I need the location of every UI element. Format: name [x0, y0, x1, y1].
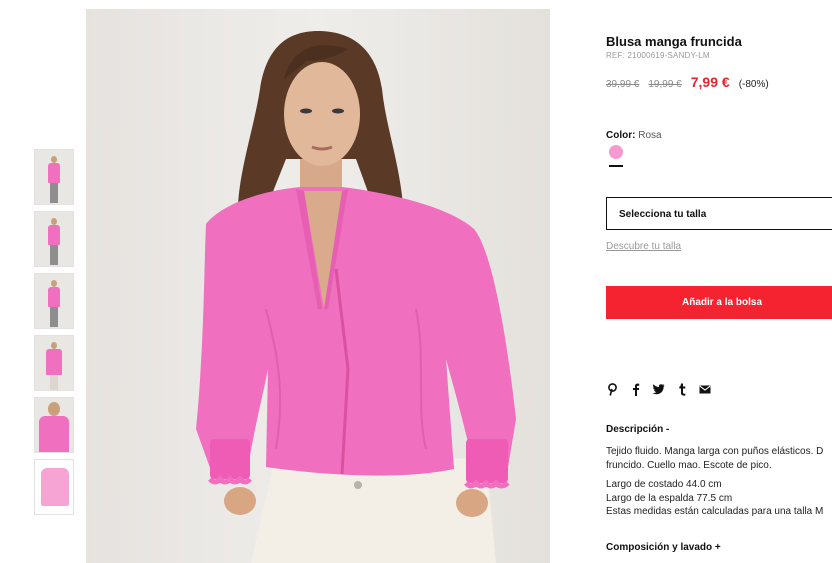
email-icon[interactable] [698, 382, 711, 396]
thumbnail-3[interactable] [34, 273, 74, 329]
add-to-bag-button[interactable]: Añadir a la bolsa [606, 286, 832, 319]
measure-note: Estas medidas están calculadas para una … [606, 506, 824, 517]
color-value: Rosa [638, 130, 662, 141]
social-share-bar [606, 382, 711, 396]
price-row: 39,99 € 19,99 € 7,99 € (-80%) [606, 74, 769, 90]
pinterest-icon[interactable] [606, 382, 619, 396]
description-line-2: fruncido. Cuello mao. Escote de pico. [606, 459, 772, 471]
thumbnail-2[interactable] [34, 211, 74, 267]
size-guide-link[interactable]: Descubre tu talla [606, 241, 681, 252]
thumbnail-4[interactable] [34, 335, 74, 391]
twitter-icon[interactable] [652, 382, 665, 396]
thumbnail-gallery [34, 149, 74, 521]
facebook-icon[interactable] [629, 382, 642, 396]
thumbnail-5[interactable] [34, 397, 74, 453]
price-current: 7,99 € [690, 74, 730, 90]
selected-swatch-indicator [609, 165, 623, 167]
composition-heading[interactable]: Composición y lavado + [606, 542, 721, 553]
color-swatch-rosa[interactable] [609, 145, 623, 159]
measure-side-length: Largo de costado 44.0 cm [606, 479, 722, 490]
description-body: Tejido fluido. Manga larga con puños elá… [606, 445, 832, 525]
color-label: Color: [606, 130, 636, 141]
price-original: 39,99 € [606, 79, 640, 90]
measure-back-length: Largo de la espalda 77.5 cm [606, 492, 733, 504]
thumbnail-1[interactable] [34, 149, 74, 205]
description-line-1: Tejido fluido. Manga larga con puños elá… [606, 446, 824, 457]
description-heading[interactable]: Descripción - [606, 424, 669, 435]
product-main-image [86, 9, 550, 563]
price-previous: 19,99 € [648, 79, 682, 90]
thumbnail-6[interactable] [34, 459, 74, 515]
product-title: Blusa manga fruncida [606, 34, 742, 49]
tumblr-icon[interactable] [675, 382, 688, 396]
color-row: Color: Rosa [606, 130, 662, 141]
discount-badge: (-80%) [738, 79, 769, 90]
product-ref: REF: 21000619-SANDY-LM [606, 51, 710, 60]
size-select[interactable]: Selecciona tu talla [606, 197, 832, 230]
